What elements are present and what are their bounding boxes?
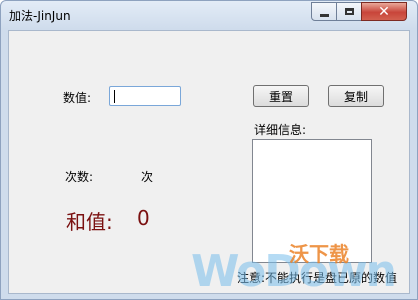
text-caret xyxy=(114,90,115,103)
value-input[interactable] xyxy=(109,86,181,106)
window-title: 加法-JinJun xyxy=(9,9,71,23)
count-label: 次数: xyxy=(65,170,94,184)
value-label: 数值: xyxy=(63,91,92,105)
close-button[interactable]: ✕ xyxy=(361,2,407,21)
reset-button[interactable]: 重置 xyxy=(253,85,309,107)
maximize-icon xyxy=(344,8,354,15)
details-label: 详细信息: xyxy=(254,123,307,137)
title-bar[interactable]: 加法-JinJun ✕ xyxy=(1,1,417,31)
minimize-icon xyxy=(319,14,329,17)
form-client-area: 数值: 重置 复制 详细信息: 次数: 次 和值: 0 注意:不能执行是盘已原的… xyxy=(8,30,410,294)
maximize-button[interactable] xyxy=(336,2,362,21)
count-unit: 次 xyxy=(141,170,154,184)
note-text: 注意:不能执行是盘已原的数值 xyxy=(237,271,398,285)
close-icon: ✕ xyxy=(378,3,390,20)
sum-value: 0 xyxy=(137,206,150,230)
minimize-button[interactable] xyxy=(311,2,337,21)
sum-label: 和值: xyxy=(66,210,113,234)
details-textarea[interactable] xyxy=(252,139,372,263)
app-window: 加法-JinJun ✕ 数值: 重置 复制 详细信息: 次数: 次 和值: 0 … xyxy=(0,0,418,300)
copy-button[interactable]: 复制 xyxy=(328,85,384,107)
